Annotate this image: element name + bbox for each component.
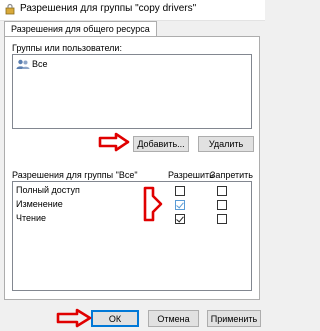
dialog-footer: ОК Отмена Применить (0, 300, 265, 331)
list-item-label: Все (32, 59, 48, 69)
deny-header: Запретить (210, 170, 253, 180)
read-deny-checkbox[interactable] (217, 214, 227, 224)
list-item[interactable]: Все (16, 58, 48, 70)
permission-read: Чтение (16, 213, 47, 223)
tab-bar: Разрешения для общего ресурса (0, 20, 265, 36)
allow-header: Разрешить (168, 170, 214, 180)
annotation-arrow-permissions (143, 186, 163, 222)
change-allow-checkbox[interactable] (175, 200, 185, 210)
apply-button[interactable]: Применить (207, 310, 261, 327)
window-title: Разрешения для группы "copy drivers" (20, 3, 197, 14)
tab-panel: Группы или пользователи: Все Добавить...… (4, 36, 260, 300)
permission-full-access: Полный доступ (16, 185, 80, 195)
users-icon (16, 59, 30, 69)
add-button[interactable]: Добавить... (133, 136, 189, 152)
annotation-arrow-add (98, 132, 130, 152)
change-deny-checkbox[interactable] (217, 200, 227, 210)
full-access-deny-checkbox[interactable] (217, 186, 227, 196)
ok-button[interactable]: ОК (91, 310, 139, 327)
groups-listbox[interactable]: Все (12, 54, 252, 129)
full-access-allow-checkbox[interactable] (175, 186, 185, 196)
permissions-label: Разрешения для группы "Все" (12, 170, 138, 180)
lock-icon (5, 3, 15, 15)
remove-button[interactable]: Удалить (198, 136, 254, 152)
permission-change: Изменение (16, 199, 63, 209)
read-allow-checkbox[interactable] (175, 214, 185, 224)
permissions-table: Полный доступ Изменение Чтение (12, 181, 252, 291)
cancel-button[interactable]: Отмена (148, 310, 199, 327)
title-bar: Разрешения для группы "copy drivers" (0, 0, 265, 21)
annotation-arrow-ok (56, 308, 92, 328)
groups-label: Группы или пользователи: (12, 43, 122, 53)
tab-share-permissions[interactable]: Разрешения для общего ресурса (4, 21, 157, 36)
